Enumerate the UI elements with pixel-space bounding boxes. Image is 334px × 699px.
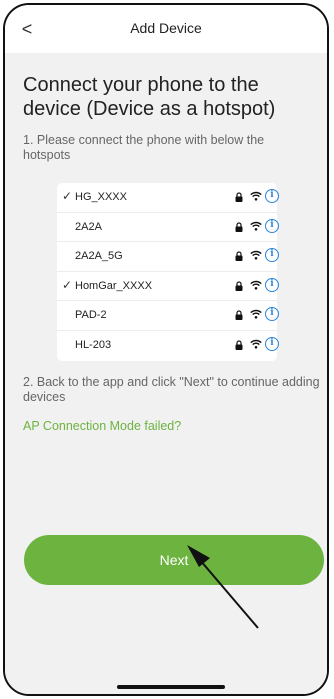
hotspot-item[interactable]: 2A2A_5G i (57, 242, 279, 272)
phone-frame: < Add Device Connect your phone to the d… (3, 3, 329, 696)
hotspot-item[interactable]: HL-203 i (57, 331, 279, 361)
lock-icon (235, 192, 243, 202)
check-icon: ✓ (62, 189, 73, 203)
step-2-text: 2. Back to the app and click "Next" to c… (23, 375, 320, 404)
hotspot-name: HomGar_XXXX (75, 279, 153, 292)
hotspot-item[interactable]: PAD-2 i (57, 301, 279, 331)
hotspot-name: HL-203 (75, 338, 112, 351)
hotspot-name: PAD-2 (75, 309, 107, 322)
main-content: Connect your phone to the device (Device… (5, 53, 327, 694)
next-button[interactable]: Next (24, 535, 324, 585)
hotspot-list: ✓ HG_XXXX i 2A2A i 2A2A_5G i ✓ HomGar_XX… (57, 183, 279, 361)
info-icon[interactable]: i (265, 218, 279, 233)
header: < Add Device (5, 5, 327, 53)
hotspot-name: 2A2A (75, 220, 102, 233)
lock-icon (235, 310, 243, 321)
step-1-text: 1. Please connect the phone with below t… (23, 133, 265, 162)
instruction-heading: Connect your phone to the device (Device… (23, 74, 276, 120)
info-icon[interactable]: i (265, 248, 279, 263)
hotspot-name: HG_XXXX (75, 191, 127, 203)
info-icon[interactable]: i (265, 336, 279, 351)
page-title: Add Device (130, 20, 202, 36)
hotspot-item[interactable]: 2A2A i (57, 213, 279, 243)
lock-icon (235, 251, 243, 262)
hotspot-item[interactable]: ✓ HG_XXXX i (57, 183, 279, 213)
wifi-icon (250, 280, 262, 290)
info-icon[interactable]: i (265, 189, 279, 203)
lock-icon (235, 222, 243, 232)
wifi-icon (250, 250, 262, 260)
info-icon[interactable]: i (265, 277, 279, 292)
hotspot-name: 2A2A_5G (75, 250, 123, 263)
check-icon: ✓ (62, 277, 73, 292)
hotspot-item[interactable]: ✓ HomGar_XXXX i (57, 272, 279, 302)
ap-mode-failed-link[interactable]: AP Connection Mode failed? (23, 419, 181, 433)
wifi-icon (250, 221, 262, 231)
wifi-icon (250, 191, 262, 201)
lock-icon (235, 281, 243, 291)
wifi-icon (250, 339, 262, 349)
home-indicator (117, 685, 225, 689)
wifi-icon (250, 310, 262, 319)
info-icon[interactable]: i (265, 307, 279, 322)
lock-icon (235, 340, 243, 350)
